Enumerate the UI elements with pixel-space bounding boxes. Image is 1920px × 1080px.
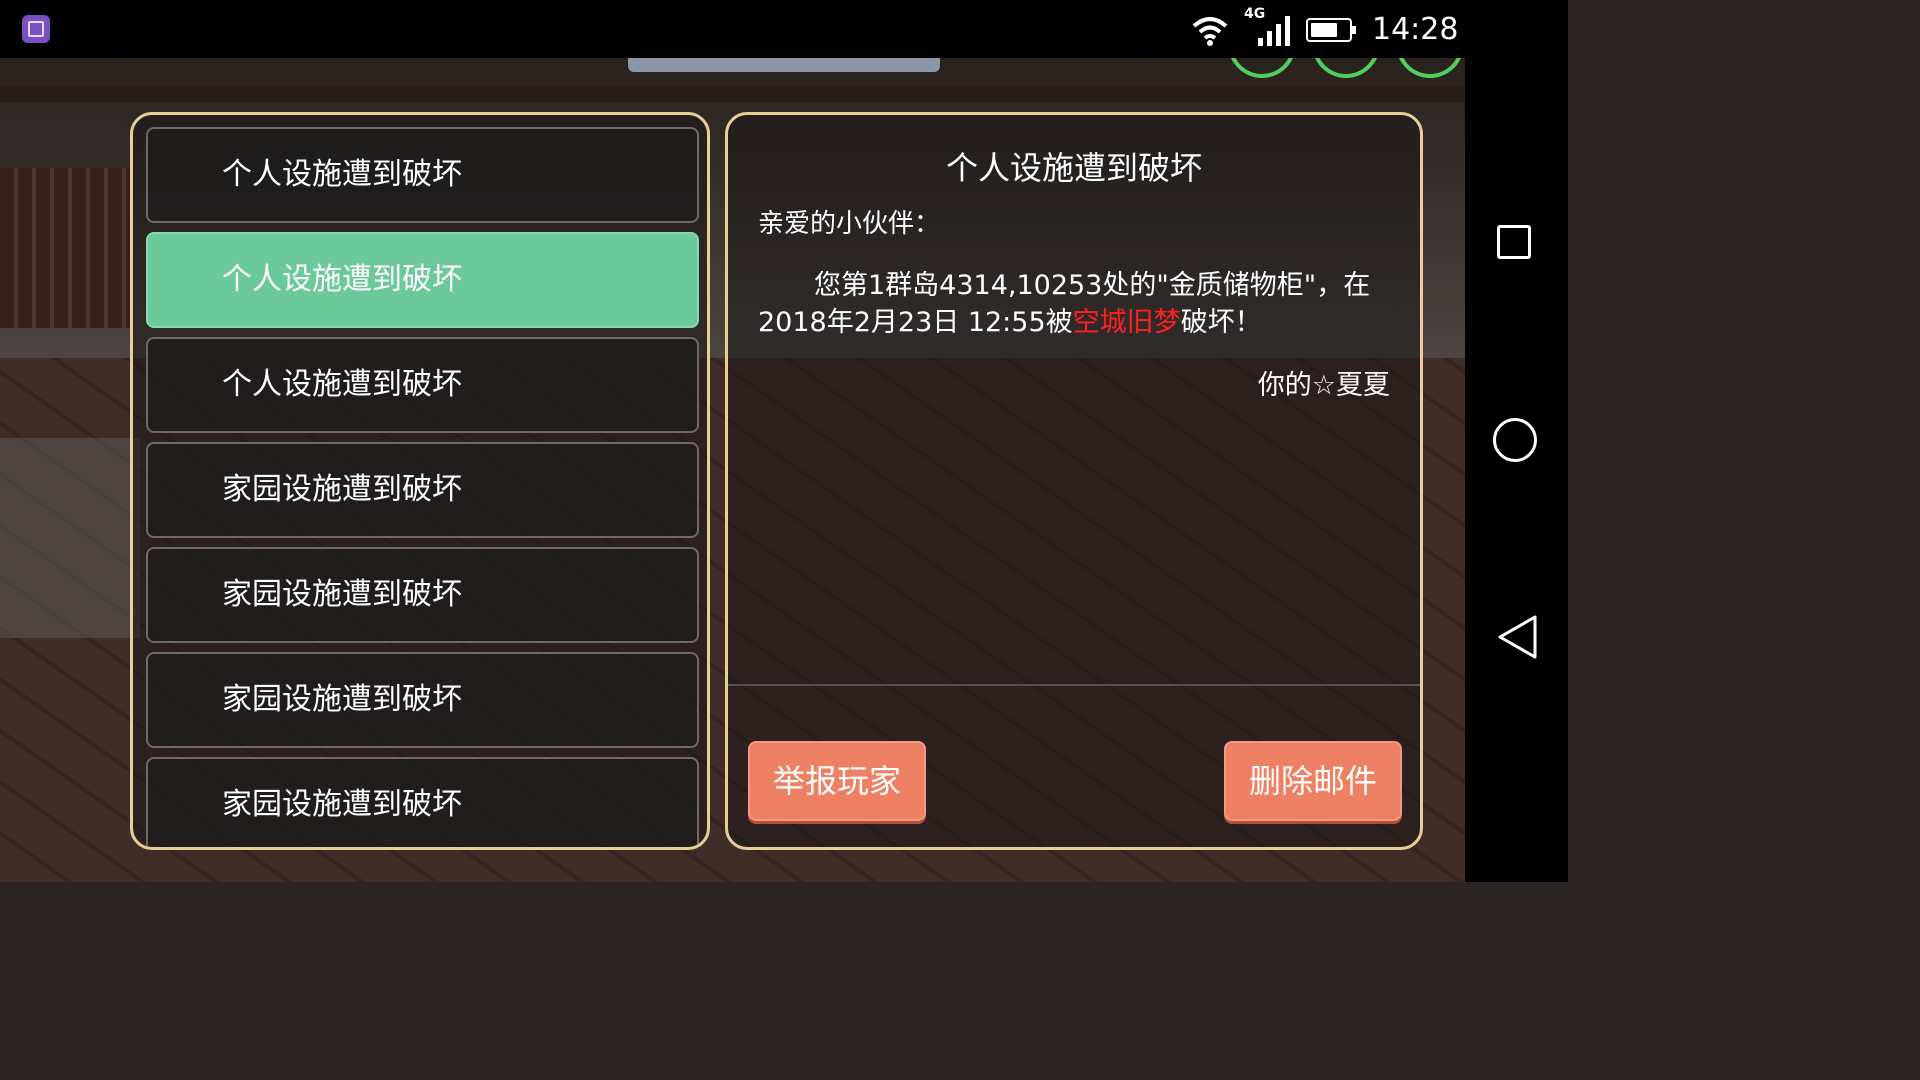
mail-greeting: 亲爱的小伙伴： [758,209,941,239]
mail-item-label: 家园设施遭到破坏 [222,472,462,507]
mail-list-panel: 个人设施遭到破坏 个人设施遭到破坏 个人设施遭到破坏 家园设施遭到破坏 家园设施… [130,112,710,850]
report-player-button[interactable]: 举报玩家 [748,741,926,821]
mail-list-item[interactable]: 家园设施遭到破坏 [146,547,699,643]
signal-icon [1258,16,1290,46]
mail-title: 个人设施遭到破坏 [945,149,1202,187]
back-icon[interactable] [1495,614,1539,660]
gallery-icon [22,15,50,43]
mail-item-label: 家园设施遭到破坏 [222,682,462,717]
mail-list-item[interactable]: 个人设施遭到破坏 [146,337,699,433]
clock: 14:28 [1372,12,1459,47]
mail-detail-panel: 个人设施遭到破坏 亲爱的小伙伴： 您第1群岛4314,10253处的"金质储物柜… [725,112,1423,850]
mail-item-label: 家园设施遭到破坏 [222,577,462,612]
mail-body-text-end: 破坏！ [1180,307,1262,338]
window-title-tab [628,58,940,72]
mail-body: 您第1群岛4314,10253处的"金质储物柜"，在2018年2月23日 12:… [758,267,1390,341]
mail-list-item[interactable]: 家园设施遭到破坏 [146,757,699,847]
mail-item-label: 个人设施遭到破坏 [222,157,462,192]
mail-body-text: 您第1群岛4314,10253处的"金质储物柜"，在2018年2月23日 12:… [758,270,1371,338]
status-bar: 4G 14:28 [0,0,1465,58]
recent-apps-icon[interactable] [1497,225,1531,259]
mail-list-item-selected[interactable]: 个人设施遭到破坏 [146,232,699,328]
mail-list-item[interactable]: 家园设施遭到破坏 [146,652,699,748]
delete-mail-button[interactable]: 删除邮件 [1224,741,1402,821]
home-icon[interactable] [1493,418,1537,462]
battery-icon [1306,18,1356,42]
mail-item-label: 个人设施遭到破坏 [222,367,462,402]
mail-item-label: 个人设施遭到破坏 [222,262,462,297]
attacker-player-name[interactable]: 空城旧梦 [1073,307,1181,338]
divider [728,684,1420,686]
wifi-icon [1192,17,1228,46]
mail-item-label: 家园设施遭到破坏 [222,787,462,822]
mail-list-item[interactable]: 家园设施遭到破坏 [146,442,699,538]
mail-signature: 你的☆夏夏 [1257,370,1390,401]
mail-list-item[interactable]: 个人设施遭到破坏 [146,127,699,223]
